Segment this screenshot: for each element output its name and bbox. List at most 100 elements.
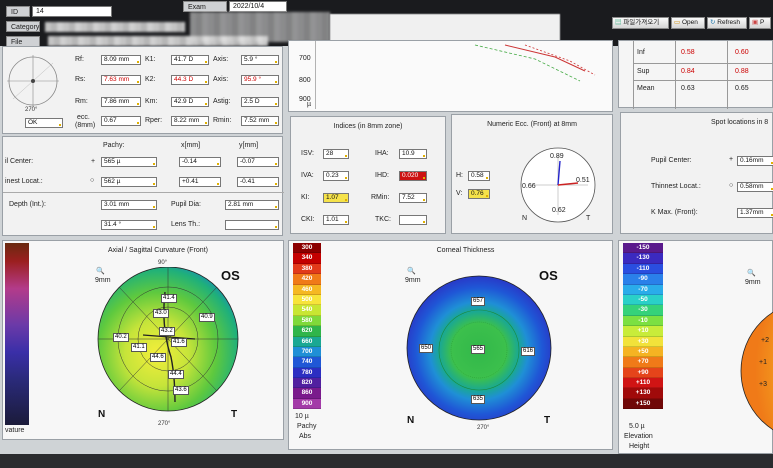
elevation-scale-step: +70 — [623, 357, 663, 368]
elevation-scale-step: +110 — [623, 378, 663, 389]
thickness-unit: 10 µ — [295, 413, 309, 420]
tkc-value — [399, 215, 427, 225]
axial-scale-label: vature — [5, 427, 25, 434]
mean-b: 0.65 — [735, 85, 749, 92]
pupil-dia-label: Pupil Dia: — [171, 201, 201, 208]
thickness-val-3: 565 — [471, 345, 486, 354]
elevation-scale-step: -70 — [623, 284, 663, 295]
ecc-right: 0.51 — [576, 177, 590, 184]
elevation-scale-step: -50 — [623, 294, 663, 306]
thickness-scale-step: 300 — [293, 243, 321, 254]
inf-a: 0.58 — [681, 49, 695, 56]
rf-value: 8.09 mm — [101, 55, 141, 65]
elevation-color-scale: -150 -130 -110 -90 -70 -50 -30 -10 +10 +30 +50 +70 +… — [623, 243, 663, 410]
ecc-t: T — [586, 215, 591, 222]
category-label: Category — [6, 21, 40, 32]
thickness-scale-step: 780 — [293, 367, 321, 379]
elevation-val-2: +1 — [759, 359, 767, 366]
thinnest-label: inest Locat.: — [5, 178, 43, 185]
plus-icon: + — [91, 158, 96, 165]
elevation-zoom-icon[interactable]: 🔍 — [747, 269, 756, 277]
cki-label: CKI: — [301, 216, 315, 223]
thickness-scale-step: 820 — [293, 378, 321, 389]
import-file-button[interactable]: ▤ 파일가져오기 — [612, 17, 669, 29]
pupil-center-pachy: 565 µ — [101, 157, 157, 167]
rs-value: 7.63 mm — [101, 75, 141, 85]
numeric-ecc-panel: Numeric Ecc. (Front) at 8mm H: 0.58 V: 0… — [451, 114, 613, 234]
thickness-scale-step: 500 — [293, 294, 321, 306]
pupil-dia-value: 2.81 mm — [225, 200, 279, 210]
thickness-color-scale: 300 340 380 420 460 500 540 580 620 660 700 740 780 8… — [293, 243, 321, 410]
thickness-title: Corneal Thickness — [436, 247, 495, 254]
thickness-scale-step: 580 — [293, 315, 321, 327]
rmin-index-value: 7.52 — [399, 193, 427, 203]
axial-color-scale — [5, 243, 29, 425]
v-label: V: — [456, 190, 463, 197]
thickness-val-2: 650 — [419, 344, 434, 353]
km-label: Km: — [145, 98, 158, 105]
thickness-scale-step: 380 — [293, 263, 321, 275]
iha-label: IHA: — [375, 150, 389, 157]
thickness-val-4: 616 — [521, 347, 536, 356]
axial-deg-90: 90° — [158, 260, 168, 266]
elevation-val-3: +3 — [759, 381, 767, 388]
id-field[interactable]: 14 — [32, 6, 112, 17]
divider — [3, 192, 284, 193]
elevation-footer-2: Height — [629, 443, 650, 450]
numeric-ecc-title: Numeric Ecc. (Front) at 8mm — [487, 121, 577, 128]
ihd-label: IHD: — [375, 172, 389, 179]
redacted-name — [190, 12, 330, 42]
exam-date-label: Exam Date — [183, 1, 227, 20]
axial-val-1: 41.4 — [161, 294, 177, 303]
ecc-table-panel: Inf 0.58 0.60 Sup 0.84 0.88 Mean 0.63 0.… — [618, 40, 773, 109]
k1-label: K1: — [145, 56, 156, 63]
inf-label: Inf — [637, 49, 645, 56]
mean-label: Mean — [637, 85, 655, 92]
axial-val-10: 43.6 — [173, 386, 189, 395]
open-button[interactable]: ▭ Open — [671, 17, 705, 29]
exam-date-field[interactable]: 2022/10/4 — [229, 1, 287, 12]
header-field-area — [330, 14, 560, 42]
axial-map-panel: vature Axial / Sagittal Curvature (Front… — [2, 240, 284, 440]
sup-label: Sup — [637, 68, 650, 75]
axis-270-label: 270° — [25, 107, 38, 113]
axial-val-6: 40.2 — [113, 333, 129, 342]
rmin-index-label: RMin: — [371, 194, 390, 201]
profile-curve-chart — [315, 41, 596, 109]
screen: ID 14 Category File Path Exam Date 2022/… — [0, 0, 773, 468]
thinnest-pachy: 562 µ — [101, 177, 157, 187]
tick-700: 700 — [299, 55, 311, 62]
elevation-scale-step: +30 — [623, 336, 663, 347]
rm-label: Rm: — [75, 98, 88, 105]
elevation-scale-step: +10 — [623, 326, 663, 337]
k1-value: 41.7 D — [171, 55, 209, 65]
spot-thinnest-label: Thinnest Locat.: — [651, 183, 701, 190]
thickness-scale-step: 540 — [293, 305, 321, 316]
elevation-scale-step: -10 — [623, 315, 663, 327]
axis2-label: Axis: — [213, 76, 229, 83]
ki-value: 1.07 — [323, 193, 349, 203]
sup-a: 0.84 — [681, 68, 695, 75]
axis1-label: Axis: — [213, 56, 229, 63]
unit-label: µ — [307, 101, 312, 108]
isv-value: 28 — [323, 149, 349, 159]
elevation-footer-1: Elevation — [624, 433, 653, 440]
print-button[interactable]: ▣ P — [749, 17, 771, 29]
k2-label: K2: — [145, 76, 156, 83]
spot-kmax-label: K Max. (Front): — [651, 209, 698, 216]
k2-value: 44.3 D — [171, 75, 209, 85]
ok-field[interactable]: OK — [25, 118, 63, 128]
rper-value: 8.22 mm — [171, 116, 209, 126]
thickness-scale-step: 700 — [293, 346, 321, 358]
thickness-val-1: 657 — [471, 297, 486, 306]
thickness-scale-step: 340 — [293, 253, 321, 264]
tick-800: 800 — [299, 77, 311, 84]
axial-n-label: N — [98, 409, 106, 420]
axial-val-2: 40.9 — [199, 313, 215, 322]
depth-label: Depth (Int.): — [9, 201, 46, 208]
refresh-button[interactable]: ↻ Refresh — [707, 17, 747, 29]
iva-value: 0.23 — [323, 171, 349, 181]
indices-panel: Indices (in 8mm zone) ISV: 28 IVA: 0.23 … — [290, 116, 446, 234]
iva-label: IVA: — [301, 172, 314, 179]
ecc-top: 0.89 — [550, 153, 564, 160]
